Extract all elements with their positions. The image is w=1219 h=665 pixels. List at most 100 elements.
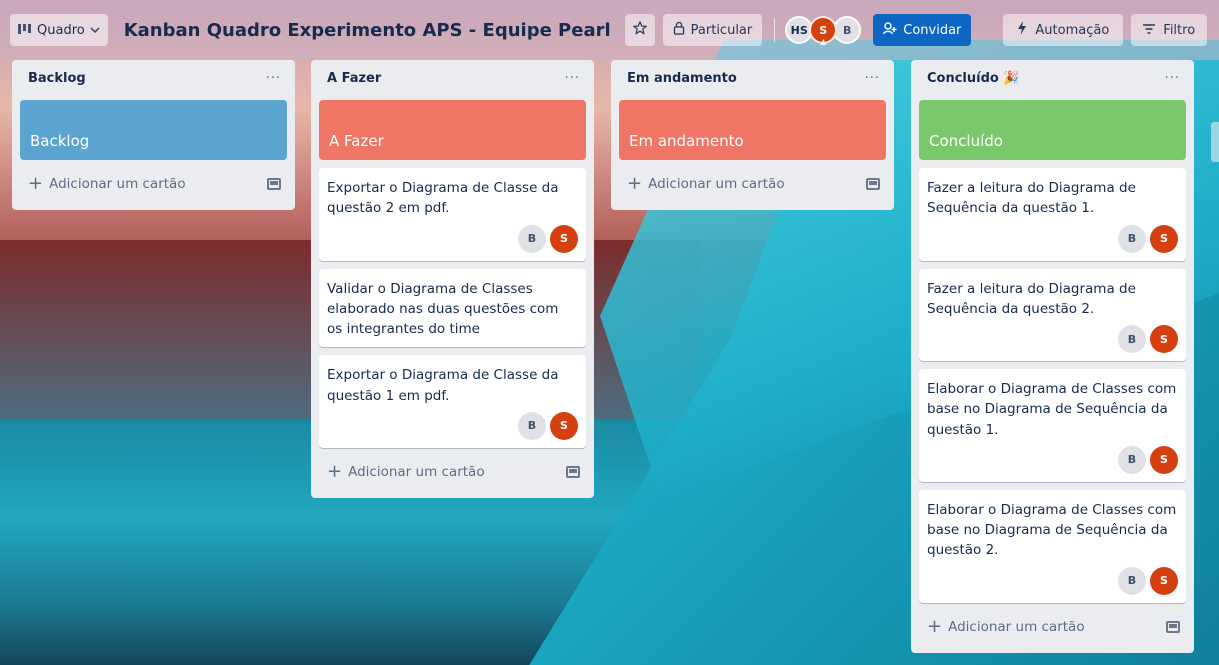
avatar[interactable]: B <box>1118 325 1146 353</box>
avatar[interactable]: S <box>1150 224 1178 253</box>
chevron-down-icon <box>90 23 100 38</box>
add-card-label: Adicionar um cartão <box>49 176 186 192</box>
avatar[interactable]: B <box>1118 445 1146 474</box>
plus-icon: + <box>327 460 343 482</box>
board-switcher-label: Quadro <box>37 22 85 38</box>
more-icon[interactable]: ··· <box>1165 71 1180 86</box>
lightning-icon <box>1017 21 1027 39</box>
card-title: Elaborar o Diagrama de Classes com base … <box>927 381 1177 438</box>
avatar[interactable]: B <box>1118 224 1146 253</box>
automation-label: Automação <box>1035 22 1110 38</box>
filter-label: Filtro <box>1163 22 1196 38</box>
avatar[interactable]: S <box>550 411 578 440</box>
avatar[interactable]: S ▲ <box>809 16 838 46</box>
add-card-label: Adicionar um cartão <box>948 618 1085 635</box>
card-members: B S <box>327 411 578 440</box>
cover-card[interactable]: A Fazer <box>319 100 586 160</box>
visibility-label: Particular <box>690 22 753 38</box>
list-title[interactable]: Backlog <box>28 71 86 86</box>
card-title: Validar o Diagrama de Classes elaborado … <box>327 280 559 338</box>
plus-icon: + <box>627 173 643 194</box>
card-title: Fazer a leitura do Diagrama de Sequência… <box>927 180 1136 217</box>
card-members: B S <box>927 224 1178 253</box>
list-header: Concluído 🎉 ··· <box>919 60 1186 96</box>
list-title[interactable]: Em andamento <box>627 71 737 86</box>
list-concluido: Concluído 🎉 ··· Concluído Fazer a leitur… <box>911 60 1194 653</box>
board-members: HS S ▲ B <box>785 16 862 46</box>
card-template-icon[interactable] <box>566 465 580 478</box>
card-template-icon[interactable] <box>866 178 880 190</box>
card-title: Elaborar o Diagrama de Classes com base … <box>927 501 1177 559</box>
board-canvas: Backlog ··· Backlog + Adicionar um cartã… <box>0 60 1219 665</box>
avatar[interactable]: S <box>1150 566 1178 595</box>
list-backlog: Backlog ··· Backlog + Adicionar um cartã… <box>12 60 295 210</box>
filter-button[interactable]: Filtro <box>1131 14 1208 46</box>
board-icon <box>18 23 32 38</box>
card[interactable]: Fazer a leitura do Diagrama de Sequência… <box>919 168 1186 261</box>
avatar[interactable]: B <box>1118 566 1146 595</box>
list-title-text: Concluído <box>927 70 999 86</box>
card[interactable]: Validar o Diagrama de Classes elaborado … <box>319 268 586 348</box>
add-card-button[interactable]: + Adicionar um cartão <box>20 166 287 202</box>
cover-card-label: A Fazer <box>329 132 384 150</box>
card-template-icon[interactable] <box>1166 620 1180 633</box>
avatar[interactable]: B <box>518 224 546 253</box>
cover-card[interactable]: Em andamento <box>619 100 886 160</box>
header-divider <box>774 18 776 42</box>
list-header: Backlog ··· <box>20 60 287 96</box>
list-title[interactable]: Concluído 🎉 <box>927 71 1020 86</box>
avatar[interactable]: S <box>1150 445 1178 474</box>
more-icon[interactable]: ··· <box>565 71 580 86</box>
card-title: Fazer a leitura do Diagrama de Sequência… <box>927 280 1136 317</box>
invite-button[interactable]: Convidar <box>873 14 972 46</box>
cover-card[interactable]: Backlog <box>20 100 287 160</box>
add-card-button[interactable]: + Adicionar um cartão <box>619 166 886 202</box>
avatar[interactable]: B <box>518 411 546 440</box>
card-members: B S <box>927 566 1178 595</box>
automation-button[interactable]: Automação <box>1003 14 1124 46</box>
avatar[interactable]: S <box>550 224 578 253</box>
avatar-initial: S <box>819 23 828 37</box>
cover-card[interactable]: Concluído <box>919 100 1186 160</box>
more-icon[interactable]: ··· <box>865 71 880 86</box>
card[interactable]: Exportar o Diagrama de Classe da questão… <box>319 355 586 448</box>
card[interactable]: Elaborar o Diagrama de Classes com base … <box>919 489 1186 603</box>
board-title[interactable]: Kanban Quadro Experimento APS - Equipe P… <box>124 20 611 41</box>
invite-label: Convidar <box>903 22 962 38</box>
card-title: Exportar o Diagrama de Classe da questão… <box>327 367 559 404</box>
list-em-andamento: Em andamento ··· Em andamento + Adiciona… <box>611 60 894 210</box>
cover-card-label: Backlog <box>30 132 90 150</box>
avatar[interactable]: B <box>833 16 862 44</box>
next-list-edge <box>1211 122 1219 162</box>
admin-icon: ▲ <box>820 37 827 46</box>
cover-card-label: Em andamento <box>629 132 744 150</box>
list-header: A Fazer ··· <box>319 60 586 96</box>
add-card-label: Adicionar um cartão <box>648 176 785 192</box>
card-title: Exportar o Diagrama de Classe da questão… <box>327 180 559 217</box>
board-switcher-button[interactable]: Quadro <box>10 14 108 46</box>
board-header: Quadro Kanban Quadro Experimento APS - E… <box>0 0 1219 60</box>
party-icon: 🎉 <box>1003 70 1020 86</box>
card[interactable]: Exportar o Diagrama de Classe da questão… <box>319 168 586 261</box>
more-icon[interactable]: ··· <box>266 71 281 86</box>
card-template-icon[interactable] <box>267 178 281 190</box>
plus-icon: + <box>927 615 943 637</box>
add-person-icon <box>883 21 897 39</box>
card-members: B S <box>927 445 1178 474</box>
star-icon <box>632 20 648 39</box>
add-card-button[interactable]: + Adicionar um cartão <box>319 454 586 490</box>
list-header: Em andamento ··· <box>619 60 886 96</box>
list-title[interactable]: A Fazer <box>327 71 381 86</box>
list-a-fazer: A Fazer ··· A Fazer Exportar o Diagrama … <box>311 60 594 498</box>
avatar[interactable]: S <box>1150 325 1178 353</box>
add-card-button[interactable]: + Adicionar um cartão <box>919 609 1186 645</box>
card-members: B S <box>927 325 1178 353</box>
filter-icon <box>1143 23 1156 38</box>
lock-icon <box>673 21 685 39</box>
star-button[interactable] <box>624 14 655 46</box>
visibility-button[interactable]: Particular <box>662 14 763 46</box>
add-card-label: Adicionar um cartão <box>348 463 485 480</box>
card-members: B S <box>327 224 578 253</box>
card[interactable]: Elaborar o Diagrama de Classes com base … <box>919 369 1186 482</box>
card[interactable]: Fazer a leitura do Diagrama de Sequência… <box>919 268 1186 361</box>
